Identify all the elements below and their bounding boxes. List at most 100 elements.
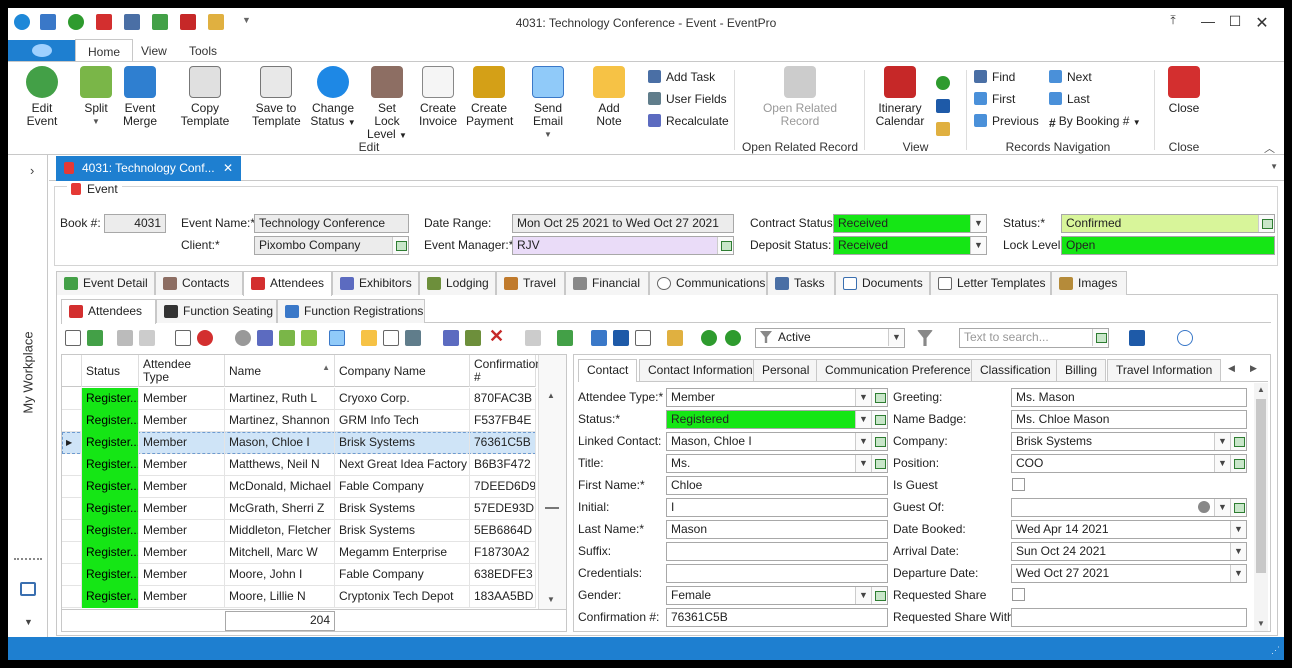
search-options-icon[interactable] [1177, 330, 1193, 346]
event-manager-field[interactable]: RJV [512, 236, 734, 255]
splitter-grip[interactable] [14, 558, 42, 564]
tab-documents[interactable]: Documents [835, 271, 930, 295]
cell-name[interactable]: Middleton, Fletcher F [225, 520, 335, 542]
lookup-icon[interactable] [871, 587, 887, 604]
suffix-field[interactable] [666, 542, 888, 561]
scroll-down-icon[interactable]: ▼ [1257, 619, 1265, 628]
cell-status[interactable]: Register... [82, 388, 139, 410]
cell-confirmation[interactable]: 870FAC3B [470, 388, 536, 410]
col-name[interactable]: Name ▲ [225, 355, 335, 387]
share-icon[interactable] [405, 330, 421, 346]
my-workplace-label[interactable]: My Workplace [21, 325, 36, 421]
status-lookup-icon[interactable] [1258, 215, 1274, 232]
file-menu-tab[interactable] [8, 40, 75, 61]
cell-attendee-type[interactable]: Member [139, 564, 225, 586]
chevron-down-icon[interactable]: ▼ [1214, 499, 1230, 516]
refresh-icon[interactable] [936, 76, 950, 90]
scroll-down-icon[interactable]: ▼ [547, 595, 555, 604]
client-field[interactable]: Pixombo Company [254, 236, 409, 255]
row-indicator[interactable] [62, 564, 82, 586]
cell-confirmation[interactable]: 5EB6864D [470, 520, 536, 542]
home-icon[interactable] [20, 582, 36, 596]
chevron-down-icon[interactable]: ▼ [888, 329, 904, 346]
save-view-icon[interactable] [1129, 330, 1145, 346]
lookup-icon[interactable] [871, 411, 887, 428]
row-indicator[interactable] [62, 476, 82, 498]
date-range-field[interactable]: Mon Oct 25 2021 to Wed Oct 27 2021 [512, 214, 734, 233]
first-button[interactable]: First [974, 90, 1015, 108]
credentials-field[interactable] [666, 564, 888, 583]
cell-confirmation[interactable]: 57EDE93D [470, 498, 536, 520]
tab-list-dropdown-icon[interactable]: ▼ [1270, 162, 1278, 171]
cell-confirmation[interactable]: 638EDFE3 [470, 564, 536, 586]
chevron-down-icon[interactable]: ▼ [24, 617, 33, 627]
tab-images[interactable]: Images [1051, 271, 1127, 295]
scroll-up-icon[interactable]: ▲ [547, 391, 555, 400]
detail-tab-contact[interactable]: Contact [578, 359, 638, 382]
save-icon[interactable] [936, 99, 950, 113]
create-payment-button[interactable]: Create Payment [466, 66, 513, 128]
register-icon[interactable] [301, 330, 317, 346]
attendee-type-field[interactable]: Member ▼ [666, 388, 888, 407]
search-icon[interactable] [1092, 329, 1108, 346]
next-button[interactable]: Next [1049, 68, 1092, 86]
tab-event-detail[interactable]: Event Detail [56, 271, 155, 295]
row-indicator[interactable]: ▶ [62, 432, 82, 454]
tab-letter-templates[interactable]: Letter Templates [930, 271, 1051, 295]
deposit-status-field[interactable]: Received ▼ [833, 236, 987, 255]
close-button[interactable]: Close [1164, 66, 1204, 115]
tab-contacts[interactable]: Contacts [155, 271, 243, 295]
by-booking-button[interactable]: # By Booking # ▼ [1049, 112, 1141, 130]
set-lock-level-button[interactable]: Set Lock Level ▼ [364, 66, 410, 142]
columns-icon[interactable] [557, 330, 573, 346]
grid-vertical-scrollbar[interactable]: ▲ ▼ [538, 355, 566, 609]
move-up-icon[interactable] [701, 330, 717, 346]
tab-scroll-left-icon[interactable]: ◀ [1228, 363, 1235, 374]
cell-name[interactable]: McGrath, Sherri Z [225, 498, 335, 520]
cell-attendee-type[interactable]: Member [139, 542, 225, 564]
title-field[interactable]: Ms. ▼ [666, 454, 888, 473]
scroll-up-icon[interactable]: ▲ [1257, 385, 1265, 394]
clear-icon[interactable] [1198, 501, 1210, 513]
edit-event-button[interactable]: Edit Event [16, 66, 68, 128]
detail-tab-classification[interactable]: Classification [971, 359, 1060, 381]
copy-template-button[interactable]: Copy Template [168, 66, 242, 128]
cell-company-name[interactable]: Megamm Enterprise [335, 542, 470, 564]
document-tab[interactable]: 4031: Technology Conf... ✕ [56, 156, 241, 181]
position-field[interactable]: COO ▼ [1011, 454, 1247, 473]
create-invoice-button[interactable]: Create Invoice [418, 66, 458, 128]
table-row[interactable]: Register... Member McDonald, Michael L Fabl… [62, 476, 536, 498]
itinerary-calendar-button[interactable]: Itinerary Calendar [874, 66, 926, 128]
resize-grip-icon[interactable]: ⋰ [1271, 645, 1280, 656]
linked-contact-field[interactable]: Mason, Chloe I ▼ [666, 432, 888, 451]
export-icon[interactable] [591, 330, 607, 346]
subtab-function-seating[interactable]: Function Seating [156, 299, 277, 323]
subtab-function-registrations[interactable]: Function Registrations [277, 299, 425, 323]
table-row[interactable]: Register... Member Matthews, Neil N Next Gr… [62, 454, 536, 476]
tab-attendees[interactable]: Attendees [243, 271, 332, 296]
table-row[interactable]: Register... Member Moore, Lillie N Cryptoni… [62, 586, 536, 608]
cell-company-name[interactable]: Cryoxo Corp. [335, 388, 470, 410]
tab-exhibitors[interactable]: Exhibitors [332, 271, 419, 295]
notes-icon[interactable] [667, 330, 683, 346]
badge-icon[interactable] [257, 330, 273, 346]
row-indicator[interactable] [62, 454, 82, 476]
image-icon[interactable] [465, 330, 481, 346]
change-status-button[interactable]: Change Status ▼ [310, 66, 356, 129]
recalculate-button[interactable]: Recalculate [648, 112, 729, 130]
minimize-icon[interactable]: — [1198, 13, 1218, 29]
chevron-down-icon[interactable]: ▼ [855, 433, 871, 450]
table-row[interactable]: Register... Member Mitchell, Marc W Megamm … [62, 542, 536, 564]
save-layout-icon[interactable] [613, 330, 629, 346]
arrival-date-field[interactable]: Sun Oct 24 2021 ▼ [1011, 542, 1247, 561]
funnel-icon[interactable] [917, 330, 933, 346]
delete-icon[interactable]: ✕ [489, 326, 504, 347]
tab-lodging[interactable]: Lodging [419, 271, 496, 295]
cell-confirmation[interactable]: 76361C5B [470, 432, 536, 454]
close-tab-icon[interactable]: ✕ [223, 156, 233, 180]
date-booked-field[interactable]: Wed Apr 14 2021 ▼ [1011, 520, 1247, 539]
cell-status[interactable]: Register... [82, 586, 139, 608]
detail-tab-travel-information[interactable]: Travel Information [1107, 359, 1222, 381]
col-attendee-type[interactable]: Attendee Type [139, 355, 225, 387]
name-badge-field[interactable]: Ms. Chloe Mason [1011, 410, 1247, 429]
